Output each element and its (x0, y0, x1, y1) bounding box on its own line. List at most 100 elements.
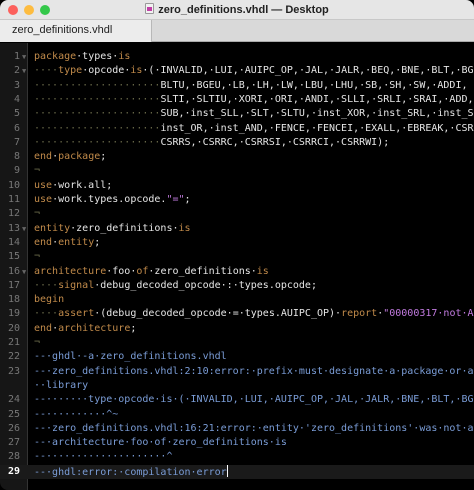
code-token: ···· (34, 279, 59, 291)
code-text: --····················^ (34, 450, 172, 464)
line-number: 15 (7, 251, 20, 263)
line-number: 2 (13, 65, 20, 77)
code-text: --·zero_definitions.vhdl:16:21:error:·en… (34, 422, 474, 436)
tab-zero-definitions[interactable]: zero_definitions.vhdl (0, 20, 152, 42)
code-token: is (256, 265, 269, 277)
code-token: is (118, 51, 131, 62)
code-token: ·opcode· (82, 65, 131, 77)
code-token: ··library (34, 379, 89, 391)
code-line[interactable]: 4 ·····················SLTI,·SLTIU,·XORI,… (0, 93, 474, 107)
code-token: end (34, 151, 53, 163)
code-token: CSRRS,·CSRRC,·CSRRSI,·CSRRCI,·CSRRWI); (160, 136, 390, 148)
line-number: 18 (7, 294, 20, 306)
code-line[interactable]: 29 --·ghdl:error:·compilation·error (0, 464, 474, 479)
code-token: ·foo· (106, 265, 137, 277)
editor-window: zero_definitions.vhdl — Desktop zero_def… (0, 0, 474, 490)
code-line[interactable]: 25 --··········^~ (0, 408, 474, 422)
line-number: 23 (7, 365, 20, 377)
code-text: --··········^~ (34, 408, 118, 422)
code-token: --·ghdl·-a·zero_definitions.vhdl (34, 351, 227, 363)
code-token: report (341, 308, 378, 320)
line-number: 10 (7, 179, 20, 191)
code-line[interactable]: 17 ····signal·debug_decoded_opcode·:·type… (0, 279, 474, 293)
code-token: type (58, 65, 83, 77)
line-number: 8 (13, 151, 20, 163)
code-line[interactable]: 10 use·work.all; (0, 179, 474, 193)
code-text: end·package; (34, 150, 106, 164)
code-token: ¬ (34, 208, 41, 220)
code-line[interactable]: 11 use·work.types.opcode."="; (0, 193, 474, 207)
code-token: ·debug_decoded_opcode·:·types.opcode; (94, 279, 317, 291)
code-token: package (58, 151, 101, 163)
tab-bar: zero_definitions.vhdl (0, 20, 474, 42)
code-line[interactable]: 5 ·····················SUB,·inst_SLL,·SLT… (0, 107, 474, 121)
code-token: ¬ (34, 165, 41, 177)
document-icon (145, 3, 155, 14)
title-bar: zero_definitions.vhdl — Desktop (0, 0, 474, 20)
code-token: ····················· (34, 79, 161, 91)
fold-toggle-icon[interactable]: ▼ (22, 222, 28, 236)
code-line[interactable]: 14 end·entity; (0, 236, 474, 250)
code-token: begin (34, 294, 65, 306)
line-number: 11 (7, 194, 20, 205)
code-token: --····················^ (34, 451, 173, 463)
code-line[interactable]: 7 ·····················CSRRS,·CSRRC,·CSRR… (0, 136, 474, 150)
code-text: ·····················inst_OR,·inst_AND,·… (34, 122, 474, 136)
code-line[interactable]: 1 ▼ package·types·is (0, 50, 474, 64)
code-token: ···· (34, 308, 59, 320)
code-token: ····················· (34, 108, 161, 120)
code-text: --·zero_definitions.vhdl:2:10:error:·pre… (34, 365, 474, 379)
code-token: assert (58, 308, 95, 320)
code-token: --·ghdl:error:·compilation·error (34, 466, 227, 478)
code-token: ; (130, 322, 137, 334)
code-line[interactable]: 9 ¬ (0, 164, 474, 178)
code-text: ¬ (34, 164, 40, 178)
code-line[interactable]: 6 ·····················inst_OR,·inst_AND,… (0, 122, 474, 136)
line-number: 19 (7, 308, 20, 320)
fold-toggle-icon[interactable]: ▼ (22, 265, 28, 279)
fold-toggle-icon[interactable]: ▼ (22, 50, 28, 64)
tab-label: zero_definitions.vhdl (12, 24, 113, 36)
code-token: is (130, 65, 143, 77)
code-text: ·····················SLTI,·SLTIU,·XORI,·… (34, 93, 474, 107)
code-token: ····················· (34, 122, 161, 134)
code-line[interactable]: 26 --·zero_definitions.vhdl:16:21:error:·… (0, 422, 474, 436)
code-line[interactable]: 2 ▼ ····type·opcode·is·(·INVALID,·LUI,·AUI… (0, 64, 474, 78)
code-line[interactable]: 28 --····················^ (0, 450, 474, 464)
code-line[interactable]: 24 --·······type·opcode·is·(·INVALID,·LUI… (0, 393, 474, 407)
code-text: ····signal·debug_decoded_opcode·:·types.… (34, 279, 317, 293)
code-line[interactable]: ··library (0, 379, 474, 393)
code-text: package·types·is (34, 50, 130, 64)
line-number: 14 (7, 236, 20, 248)
line-number: 5 (13, 108, 20, 120)
code-line[interactable]: 3 ·····················BLTU,·BGEU,·LB,·LH… (0, 79, 474, 93)
code-token: inst_OR,·inst_AND,·FENCE,·FENCEI,·EXALL,… (160, 122, 474, 134)
code-line[interactable]: 12 ¬ (0, 207, 474, 221)
code-token: --·zero_definitions.vhdl:2:10:error:·pre… (34, 365, 474, 377)
code-line[interactable]: 13 ▼ entity·zero_definitions·is (0, 222, 474, 236)
code-line[interactable]: 20 end·architecture; (0, 322, 474, 336)
code-token: architecture (34, 265, 107, 277)
code-line[interactable]: 8 end·package; (0, 150, 474, 164)
line-number: 4 (13, 93, 20, 105)
code-token: ·types· (76, 51, 119, 62)
code-line[interactable]: 21 ¬ (0, 336, 474, 350)
code-text: end·architecture; (34, 322, 136, 336)
code-line[interactable]: 16 ▼ architecture·foo·of·zero_definitions·… (0, 265, 474, 279)
line-number: 3 (13, 79, 20, 91)
code-token: ·(·INVALID,·LUI,·AUIPC_OP,·JAL,·JALR,·BE… (142, 65, 474, 77)
code-text: --·architecture·foo·of·zero_definitions·… (34, 436, 287, 450)
code-line[interactable]: 15 ¬ (0, 250, 474, 264)
code-token: signal (58, 279, 95, 291)
code-line[interactable]: 19 ····assert·(debug_decoded_opcode·=·typ… (0, 307, 474, 321)
code-text: ¬ (34, 207, 40, 221)
code-token: BLTU,·BGEU,·LB,·LH,·LW,·LBU,·LHU,·SB,·SH… (160, 79, 468, 91)
code-text: architecture·foo·of·zero_definitions·is (34, 265, 269, 279)
code-line[interactable]: 18 begin (0, 293, 474, 307)
code-line[interactable]: 22 --·ghdl·-a·zero_definitions.vhdl (0, 350, 474, 364)
code-line[interactable]: 23 --·zero_definitions.vhdl:2:10:error:·p… (0, 365, 474, 379)
code-editor[interactable]: 1 ▼ package·types·is 2 ▼ ····type·opcode·is·(… (0, 43, 474, 490)
line-number: 28 (7, 451, 20, 463)
fold-toggle-icon[interactable]: ▼ (22, 64, 28, 78)
code-line[interactable]: 27 --·architecture·foo·of·zero_definition… (0, 436, 474, 450)
